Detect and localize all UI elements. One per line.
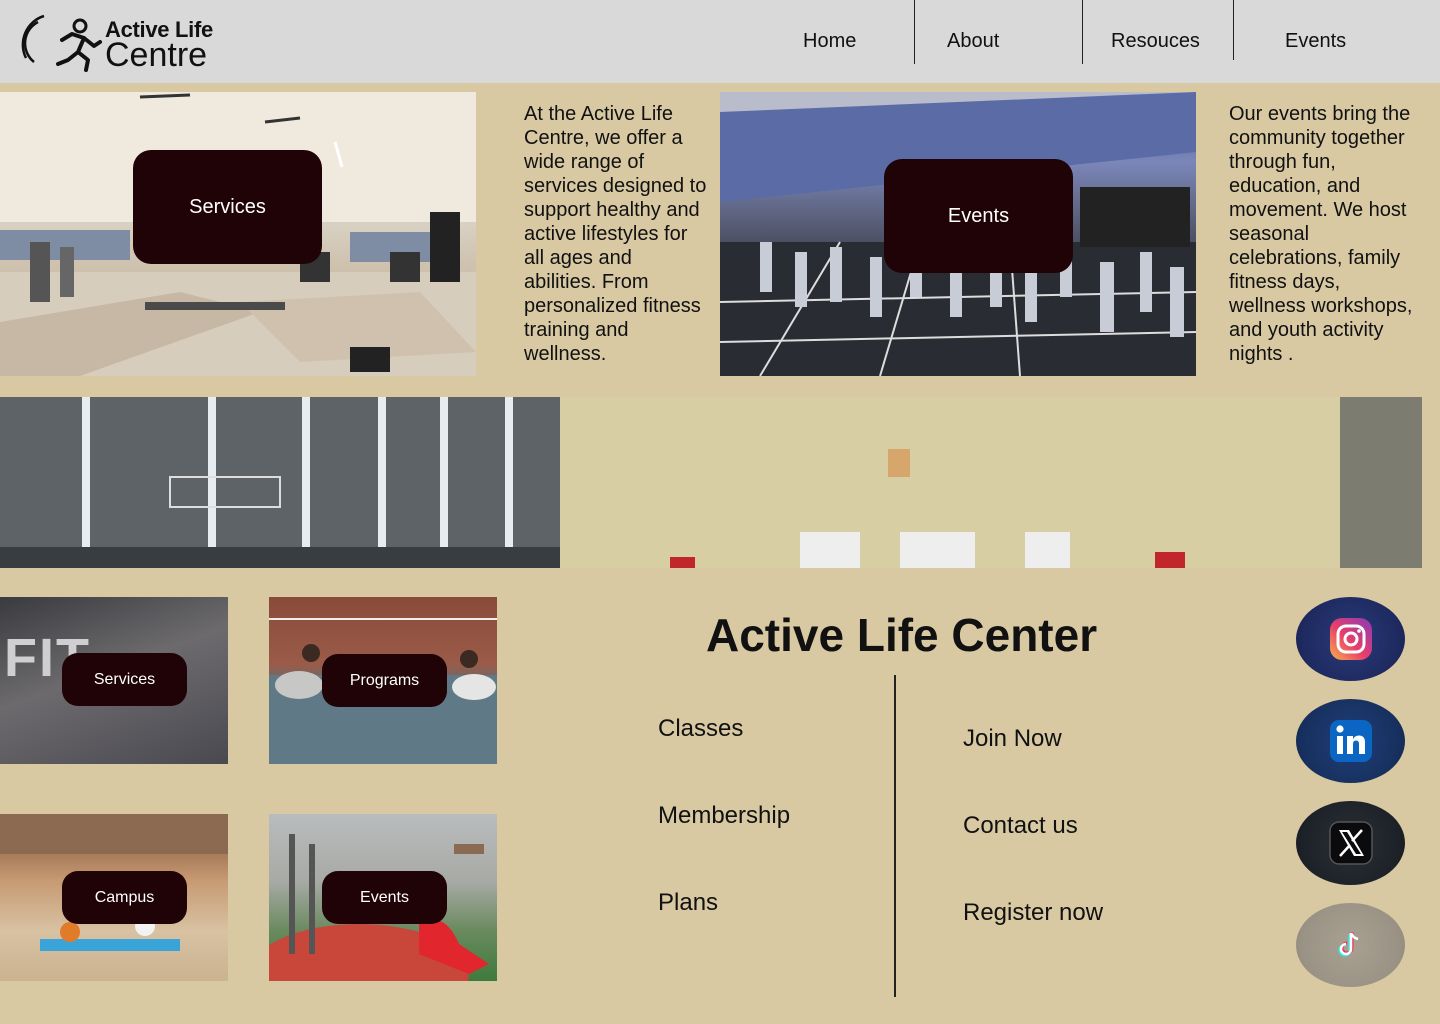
link-contact-us[interactable]: Contact us (963, 812, 1078, 840)
services-button[interactable]: Services (133, 150, 322, 264)
tiktok-button[interactable] (1296, 903, 1405, 987)
services-description: At the Active Life Centre, we offer a wi… (524, 103, 707, 365)
programs-tile[interactable]: Programs (269, 597, 497, 764)
footer-title: Active Life Center (706, 609, 1098, 661)
instagram-icon (1329, 618, 1372, 660)
x-button[interactable] (1296, 801, 1405, 885)
events-description: Our events bring the community together … (1229, 103, 1413, 365)
programs-tile-button[interactable]: Programs (322, 654, 447, 707)
nav-divider (1233, 0, 1234, 60)
nav-home[interactable]: Home (803, 30, 856, 53)
campus-tile[interactable]: Campus (0, 814, 228, 981)
running-person-icon (21, 14, 102, 72)
events-button[interactable]: Events (884, 159, 1073, 273)
gym-hall-banner (0, 397, 1422, 568)
footer-divider (894, 675, 896, 997)
events-photo: Events (720, 92, 1196, 376)
nav-resources[interactable]: Resouces (1111, 30, 1200, 53)
linkedin-icon (1329, 720, 1372, 762)
link-membership[interactable]: Membership (658, 802, 790, 830)
events-tile-button[interactable]: Events (322, 871, 447, 924)
link-plans[interactable]: Plans (658, 889, 718, 917)
linkedin-button[interactable] (1296, 699, 1405, 783)
hall-illustration (0, 397, 1422, 568)
site-logo[interactable]: Active Life Centre (14, 8, 234, 76)
nav-divider (1082, 0, 1083, 64)
link-classes[interactable]: Classes (658, 715, 743, 743)
services-tile[interactable]: FIT Services (0, 597, 228, 764)
instagram-button[interactable] (1296, 597, 1405, 681)
link-join-now[interactable]: Join Now (963, 725, 1062, 753)
tiktok-icon (1338, 932, 1358, 957)
campus-tile-button[interactable]: Campus (62, 871, 187, 924)
link-register-now[interactable]: Register now (963, 899, 1103, 927)
x-icon (1328, 821, 1373, 865)
gym-photo: Services (0, 92, 476, 376)
logo-text-bottom: Centre (105, 36, 208, 74)
nav-divider (914, 0, 915, 64)
nav-events[interactable]: Events (1285, 30, 1346, 53)
nav-about[interactable]: About (947, 30, 999, 53)
services-tile-button[interactable]: Services (62, 653, 187, 706)
site-header: Active Life Centre Home About Resouces E… (0, 0, 1440, 83)
events-tile[interactable]: Events (269, 814, 497, 981)
